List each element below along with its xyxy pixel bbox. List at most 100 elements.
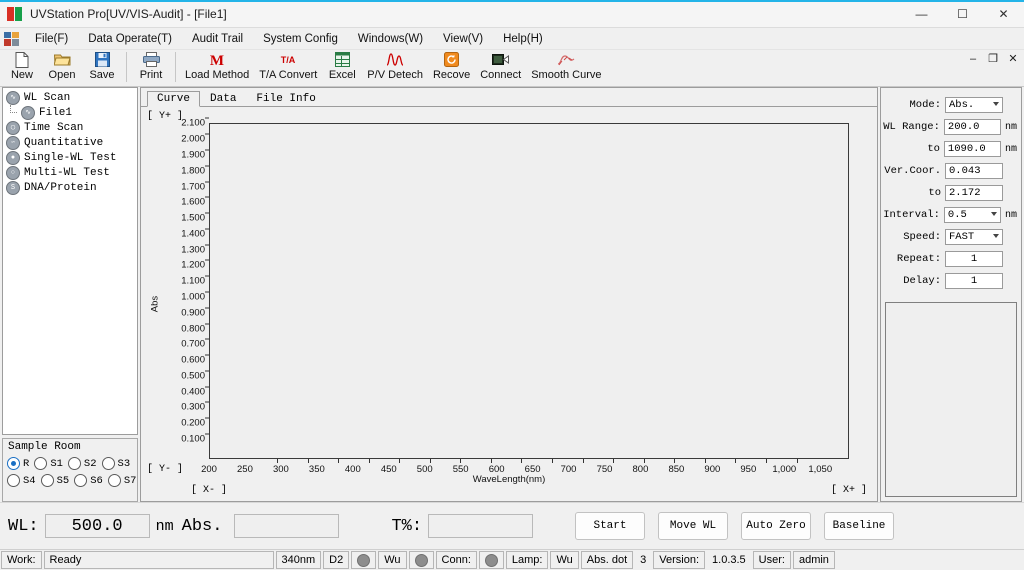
recover-icon: [444, 51, 460, 68]
interval-select[interactable]: 0.5: [943, 207, 1001, 223]
delay-input[interactable]: 1: [945, 273, 1003, 289]
status-wavelength: 340nm: [275, 551, 322, 569]
transmittance-value-field[interactable]: [428, 514, 534, 538]
repeat-input[interactable]: 1: [945, 251, 1003, 267]
y-axis-tick: [205, 117, 209, 119]
ver-coor-start-input[interactable]: 0.043: [945, 163, 1003, 179]
param-value: 0.5: [947, 209, 967, 221]
menu-item-windows[interactable]: Windows(W): [348, 31, 433, 47]
sample-radio-r[interactable]: R: [7, 457, 29, 470]
sample-radio-s3[interactable]: S3: [101, 457, 130, 470]
y-axis-tick-label: 0.100: [181, 433, 209, 445]
mdi-restore-button[interactable]: ❐: [986, 52, 1000, 65]
toolbar-button-new[interactable]: New: [2, 50, 42, 86]
x-axis-tick: [368, 459, 370, 463]
mdi-close-button[interactable]: ✕: [1006, 52, 1020, 65]
plot-area[interactable]: [209, 123, 849, 459]
parameters-panel: Mode: Abs. WL Range: 200.0 nm to 1090.0 …: [880, 87, 1022, 502]
chevron-down-icon: [990, 212, 997, 216]
chevron-down-icon: [993, 102, 999, 106]
toolbar-separator: [126, 52, 127, 82]
sample-radio-s5[interactable]: S5: [40, 474, 69, 487]
y-axis-tick-label: 1.900: [181, 149, 209, 160]
status-conn-label: Conn:: [435, 551, 477, 569]
toolbar-button-print[interactable]: Print: [131, 50, 171, 86]
toolbar-button-smooth-curve[interactable]: Smooth Curve: [526, 50, 606, 86]
y-axis-tick-label: 1.400: [181, 228, 209, 239]
toolbar-button-recove[interactable]: Recove: [428, 50, 475, 86]
status-dot-icon: [414, 553, 428, 567]
ver-coor-end-input[interactable]: 2.172: [945, 185, 1003, 201]
toolbar-button-pv-detech[interactable]: P/V Detech: [362, 50, 428, 86]
x-minus-control[interactable]: [ X- ]: [191, 485, 227, 496]
auto-zero-button[interactable]: Auto Zero: [741, 512, 811, 540]
menu-item-system-config[interactable]: System Config: [253, 31, 348, 47]
measurement-tree[interactable]: ∿ WL Scan ∿ File1 ◯ Time Scan ∽ Quantita…: [2, 87, 138, 435]
minimize-button[interactable]: —: [901, 0, 942, 27]
mdi-window-controls: – ❐ ✕: [966, 52, 1020, 66]
close-button[interactable]: ✕: [983, 0, 1024, 27]
results-list[interactable]: [885, 302, 1017, 497]
y-axis-tick-label: 0.400: [181, 386, 209, 397]
toolbar-button-connect[interactable]: Connect: [475, 50, 526, 86]
y-axis-tick-label: 1.600: [181, 196, 209, 208]
tab-curve[interactable]: Curve: [147, 91, 201, 107]
system-menu-icon[interactable]: [4, 31, 19, 46]
baseline-button[interactable]: Baseline: [824, 512, 894, 540]
status-work-label: Work:: [1, 551, 42, 569]
peak-valley-icon: [386, 51, 404, 68]
menu-item-data-operate[interactable]: Data Operate(T): [78, 31, 182, 47]
toolbar-button-ta-convert[interactable]: T/A T/A Convert: [254, 50, 322, 86]
tree-item-file1[interactable]: ∿ File1: [3, 105, 137, 120]
toolbar-button-save[interactable]: Save: [82, 50, 122, 86]
title-bar: UVStation Pro[UV/VIS-Audit] - [File1] — …: [0, 0, 1024, 28]
radio-label: S4: [23, 474, 36, 487]
tree-item-quantitative[interactable]: ∽ Quantitative: [3, 135, 137, 150]
x-plus-control[interactable]: [ X+ ]: [831, 485, 867, 496]
y-axis-tick-label: 0.800: [181, 323, 209, 334]
wl-range-end-input[interactable]: 1090.0: [943, 141, 1001, 157]
start-button[interactable]: Start: [575, 512, 645, 540]
new-document-icon: [15, 51, 29, 68]
tree-item-label: WL Scan: [24, 91, 71, 104]
mdi-minimize-button[interactable]: –: [966, 53, 980, 65]
speed-select[interactable]: FAST: [945, 229, 1003, 245]
tree-item-single-wl-test[interactable]: ● Single-WL Test: [3, 150, 137, 165]
wave-icon: ∿: [21, 105, 35, 120]
x-axis-tick: [399, 459, 401, 463]
tab-data[interactable]: Data: [200, 91, 246, 106]
sample-radio-s2[interactable]: S2: [67, 457, 97, 470]
mode-select[interactable]: Abs.: [945, 97, 1003, 113]
wl-range-start-input[interactable]: 200.0: [943, 119, 1001, 135]
param-value: Abs.: [949, 99, 975, 111]
radio-indicator: [40, 474, 54, 487]
tree-item-time-scan[interactable]: ◯ Time Scan: [3, 120, 137, 135]
toolbar-button-open[interactable]: Open: [42, 50, 82, 86]
tree-item-wl-scan[interactable]: ∿ WL Scan: [3, 90, 137, 105]
menu-item-file[interactable]: File(F): [25, 31, 78, 47]
sample-radio-s7[interactable]: S7: [107, 474, 136, 487]
abs-value-field[interactable]: [234, 514, 340, 538]
y-plus-control[interactable]: [ Y+ ]: [147, 111, 183, 122]
move-wl-button[interactable]: Move WL: [658, 512, 728, 540]
x-axis-tick: [429, 459, 431, 463]
menu-item-view[interactable]: View(V): [433, 31, 493, 47]
maximize-button[interactable]: ☐: [942, 0, 983, 27]
wl-value-input[interactable]: 500.0: [44, 514, 150, 538]
toolbar-button-excel[interactable]: Excel: [322, 50, 362, 86]
menu-item-audit-trail[interactable]: Audit Trail: [182, 31, 253, 47]
status-abs-dot-label: Abs. dot: [580, 551, 634, 569]
chevron-down-icon: [993, 234, 999, 238]
toolbar-button-load-method[interactable]: M Load Method: [180, 50, 254, 86]
tab-file-info[interactable]: File Info: [246, 91, 325, 106]
radio-label: S1: [50, 457, 63, 470]
param-row-ver-coor: Ver.Coor. 0.043: [883, 162, 1017, 180]
chart-area[interactable]: [ Y+ ] [ Y- ] [ X- ] [ X+ ] Abs 0.100 0.2…: [141, 107, 877, 501]
menu-item-help[interactable]: Help(H): [493, 31, 553, 47]
tree-item-multi-wl-test[interactable]: ○ Multi-WL Test: [3, 165, 137, 180]
sample-radio-s4[interactable]: S4: [7, 474, 36, 487]
tree-item-dna-protein[interactable]: S DNA/Protein: [3, 180, 137, 195]
radio-label: R: [23, 457, 30, 470]
sample-radio-s1[interactable]: S1: [34, 457, 63, 470]
sample-radio-s6[interactable]: S6: [74, 474, 103, 487]
